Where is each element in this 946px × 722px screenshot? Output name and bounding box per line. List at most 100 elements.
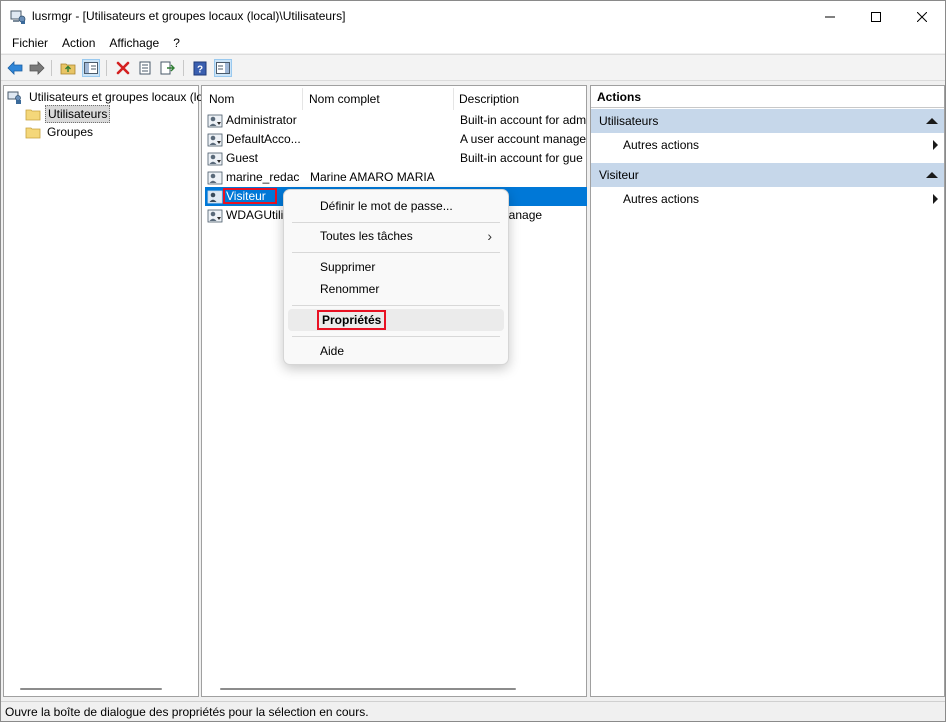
user-description: A user account manage	[460, 132, 587, 146]
action-group-visiteur[interactable]: Visiteur	[591, 163, 944, 187]
folder-up-icon	[60, 63, 76, 75]
tree-item-label: Groupes	[47, 125, 94, 139]
user-icon	[207, 190, 223, 204]
toolbar-separator	[51, 60, 52, 76]
action-autres-actions[interactable]: Autres actions	[623, 187, 699, 211]
help-button[interactable]: ?	[191, 59, 209, 77]
console-tree-icon	[84, 62, 98, 74]
toolbar: ?	[1, 54, 945, 81]
column-divider[interactable]	[453, 88, 454, 110]
menu-item-help[interactable]: Aide	[288, 340, 504, 362]
column-header-nom-complet[interactable]: Nom complet	[309, 88, 380, 110]
forward-arrow-icon	[29, 61, 45, 75]
column-divider[interactable]	[302, 88, 303, 110]
user-icon	[207, 171, 223, 185]
action-group-utilisateurs[interactable]: Utilisateurs	[591, 109, 944, 133]
menu-separator	[292, 305, 500, 306]
chevron-right-icon: ›	[487, 228, 492, 244]
menu-item-properties[interactable]: Propriétés	[288, 309, 504, 331]
tree-item-groupes[interactable]: Groupes	[25, 123, 95, 141]
menu-item-delete[interactable]: Supprimer	[288, 256, 504, 278]
folder-icon	[25, 127, 41, 139]
user-description: Built-in account for adm	[460, 113, 587, 127]
help-book-icon: ?	[193, 61, 207, 75]
export-list-button[interactable]	[159, 59, 177, 77]
user-name: Guest	[226, 151, 259, 165]
minimize-icon	[825, 16, 835, 18]
user-name: marine_redac	[226, 170, 300, 184]
delete-button[interactable]	[114, 59, 132, 77]
tree-item-label: Utilisateurs	[45, 105, 111, 123]
close-button[interactable]	[899, 1, 945, 33]
close-icon	[917, 12, 927, 22]
action-pane-icon	[216, 62, 230, 74]
maximize-icon	[871, 12, 881, 22]
menu-bar: Fichier Action Affichage ?	[1, 33, 945, 53]
user-name: Visiteur	[223, 188, 277, 204]
export-list-icon	[160, 61, 175, 75]
table-row[interactable]: marine_redac Marine AMARO MARIA	[205, 168, 587, 187]
user-icon	[207, 133, 223, 147]
collapse-up-icon[interactable]	[926, 118, 938, 124]
action-group-label: Utilisateurs	[599, 114, 659, 128]
user-list-pane[interactable]: Nom Nom complet Description Administrato…	[201, 85, 587, 697]
users-groups-icon	[7, 91, 21, 104]
show-hide-tree-button[interactable]	[82, 59, 100, 77]
tree-root[interactable]: Utilisateurs et groupes locaux (lo	[7, 88, 205, 106]
user-full-name: Marine AMARO MARIA	[310, 170, 435, 184]
svg-text:?: ?	[197, 64, 203, 75]
maximize-button[interactable]	[853, 1, 899, 33]
menu-item-label: Toutes les tâches	[320, 229, 413, 243]
user-description: Built-in account for gue	[460, 151, 583, 165]
minimize-button[interactable]	[807, 1, 853, 33]
submenu-arrow-icon	[933, 140, 938, 150]
forward-button[interactable]	[28, 59, 46, 77]
show-hide-action-pane-button[interactable]	[214, 59, 232, 77]
properties-button[interactable]	[136, 59, 154, 77]
user-name: Administrator	[226, 113, 297, 127]
tree-root-label: Utilisateurs et groupes locaux (lo	[29, 90, 204, 104]
computer-management-icon	[10, 10, 26, 24]
menu-item-label: Propriétés	[316, 310, 387, 330]
user-icon	[207, 114, 223, 128]
table-row[interactable]: Administrator Built-in account for adm	[205, 111, 587, 130]
collapse-up-icon[interactable]	[926, 172, 938, 178]
column-header-description[interactable]: Description	[459, 88, 519, 110]
user-icon	[207, 152, 223, 166]
console-tree-pane[interactable]: Utilisateurs et groupes locaux (lo Utili…	[3, 85, 203, 697]
menu-fichier[interactable]: Fichier	[5, 33, 55, 53]
actions-pane: Actions Utilisateurs Autres actions Visi…	[590, 85, 945, 697]
submenu-arrow-icon	[933, 194, 938, 204]
delete-x-icon	[116, 61, 130, 75]
up-level-button[interactable]	[59, 59, 77, 77]
menu-item-all-tasks[interactable]: Toutes les tâches ›	[288, 225, 504, 247]
menu-help[interactable]: ?	[166, 33, 187, 53]
menu-separator	[292, 336, 500, 337]
actions-pane-title: Actions	[591, 86, 944, 108]
toolbar-separator	[106, 60, 107, 76]
context-menu: Définir le mot de passe... Toutes les tâ…	[283, 189, 509, 365]
title-bar[interactable]: lusrmgr - [Utilisateurs et groupes locau…	[1, 1, 945, 33]
tree-horizontal-scrollbar[interactable]	[20, 688, 162, 690]
toolbar-separator	[183, 60, 184, 76]
folder-icon	[25, 109, 41, 121]
back-button[interactable]	[6, 59, 24, 77]
menu-separator	[292, 222, 500, 223]
action-autres-actions[interactable]: Autres actions	[623, 133, 699, 157]
column-header-nom[interactable]: Nom	[209, 88, 234, 110]
action-group-label: Visiteur	[599, 168, 639, 182]
menu-item-rename[interactable]: Renommer	[288, 278, 504, 300]
table-row[interactable]: Guest Built-in account for gue	[205, 149, 587, 168]
menu-affichage[interactable]: Affichage	[102, 33, 166, 53]
user-icon	[207, 209, 223, 223]
list-horizontal-scrollbar[interactable]	[220, 688, 516, 690]
window-title: lusrmgr - [Utilisateurs et groupes locau…	[32, 9, 346, 23]
table-row[interactable]: DefaultAcco... A user account manage	[205, 130, 587, 149]
tree-item-utilisateurs[interactable]: Utilisateurs	[25, 105, 111, 123]
menu-separator	[292, 252, 500, 253]
status-bar: Ouvre la boîte de dialogue des propriété…	[1, 701, 945, 721]
user-name: DefaultAcco...	[226, 132, 301, 146]
menu-item-set-password[interactable]: Définir le mot de passe...	[288, 195, 504, 217]
back-arrow-icon	[7, 61, 23, 75]
menu-action[interactable]: Action	[55, 33, 102, 53]
